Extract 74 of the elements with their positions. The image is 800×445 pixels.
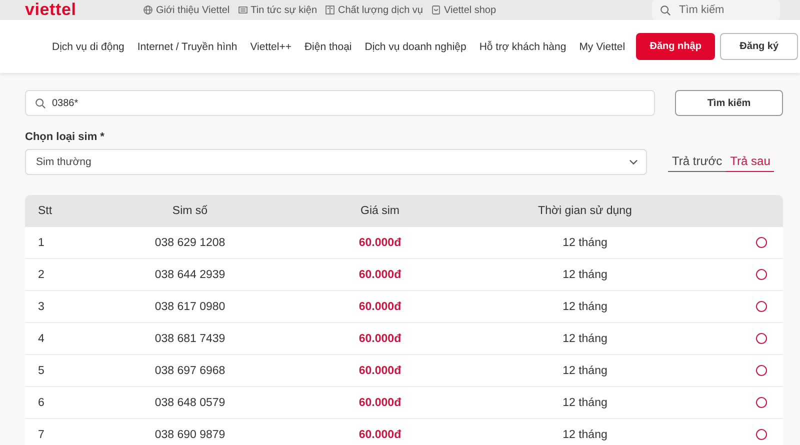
table-cell-text: 12 tháng (562, 268, 608, 280)
radio-button[interactable] (756, 301, 767, 312)
tab[interactable]: Trả sau (726, 152, 774, 172)
table-cell-text: 12 tháng (562, 332, 608, 344)
tab[interactable]: Trả trước (668, 152, 726, 172)
table-cell-text: 1 (37, 236, 46, 248)
top-link[interactable]: Viettel shop (430, 4, 496, 16)
table-cell-text: 6 (37, 396, 46, 408)
radio-button[interactable] (756, 237, 767, 248)
nav-link[interactable]: My Viettel (579, 40, 626, 52)
table-row[interactable]: 7 038 690 9879 60.000đ 12 tháng (25, 419, 783, 445)
table-cell-text: 60.000đ (358, 396, 402, 408)
table-cell-text: 60.000đ (358, 332, 402, 344)
radio-button[interactable] (756, 397, 767, 408)
table-cell-text: 5 (37, 364, 46, 376)
top-link[interactable]: Tin tức sự kiện (238, 4, 318, 16)
table-cell-text: 12 tháng (562, 364, 608, 376)
register-button[interactable]: Đăng ký (720, 33, 798, 60)
radio-button[interactable] (756, 429, 767, 440)
nav-link[interactable]: Điện thoại (304, 40, 352, 52)
table-cell-text: 60.000đ (358, 364, 402, 376)
globe-icon (143, 5, 153, 15)
radio-button[interactable] (756, 333, 767, 344)
nav-link[interactable]: Internet / Truyền hình (137, 40, 238, 52)
table-row[interactable]: 1 038 629 1208 60.000đ 12 tháng (25, 227, 783, 259)
nav-link[interactable]: Dịch vụ di động (52, 40, 124, 52)
store-icon (430, 5, 441, 15)
radio-button[interactable] (756, 365, 767, 376)
search-field[interactable]: 0386* (25, 90, 655, 116)
table-row[interactable]: 3 038 617 0980 60.000đ 12 tháng (25, 291, 783, 323)
table-row[interactable]: 2 038 644 2939 60.000đ 12 tháng (25, 259, 783, 291)
column-header: Sim số (171, 205, 209, 217)
table-cell-text: 038 629 1208 (154, 236, 226, 248)
table-cell-text: 12 tháng (562, 396, 608, 408)
chevron-down-icon (629, 159, 638, 165)
table-cell-text: 12 tháng (562, 300, 608, 312)
nav-link[interactable]: Dịch vụ doanh nghiệp (364, 40, 466, 52)
search-icon (660, 4, 671, 16)
table-cell-text: 038 697 6968 (154, 364, 226, 376)
table-row[interactable]: 4 038 681 7439 60.000đ 12 tháng (25, 323, 783, 355)
table-cell-text: 12 tháng (562, 236, 608, 248)
nav-link[interactable]: Viettel++ (250, 40, 292, 52)
top-link[interactable]: Chất lượng dịch vụ (325, 4, 423, 16)
field-label: Chọn loại sim * (25, 131, 106, 143)
top-link[interactable]: Giới thiệu Viettel (143, 4, 230, 16)
viettel-logo[interactable]: viettel (25, 1, 143, 19)
table-row[interactable]: 6 038 648 0579 60.000đ 12 tháng (25, 387, 783, 419)
column-header: Giá sim (360, 205, 400, 217)
table-cell-text: 038 648 0579 (154, 396, 226, 408)
search-field[interactable]: Tìm kiếm (652, 0, 780, 20)
table-cell-text: 2 (37, 268, 46, 280)
table-cell-text: 7 (37, 428, 46, 440)
table-cell-text: 60.000đ (358, 428, 402, 440)
search-icon (35, 98, 46, 108)
radio-button[interactable] (756, 269, 767, 280)
table-cell-text: 038 644 2939 (154, 268, 226, 280)
table-cell-text: 12 tháng (562, 428, 608, 440)
column-header: Stt (37, 205, 54, 217)
book-icon (325, 5, 336, 15)
sim-type-dropdown[interactable]: Sim thường (25, 149, 647, 175)
table-cell-text: 038 617 0980 (154, 300, 226, 312)
table-cell-text: 60.000đ (358, 300, 402, 312)
newspaper-icon (238, 5, 248, 15)
table-row[interactable]: 5 038 697 6968 60.000đ 12 tháng (25, 355, 783, 387)
table-cell-text: 038 690 9879 (154, 428, 226, 440)
table-cell-text: 60.000đ (358, 236, 402, 248)
table-cell-text: 60.000đ (358, 268, 402, 280)
column-header: Thời gian sử dụng (537, 205, 633, 217)
table-cell-text: 038 681 7439 (154, 332, 226, 344)
search-button[interactable]: Tìm kiếm (675, 90, 783, 116)
login-button[interactable]: Đăng nhập (636, 33, 716, 60)
nav-link[interactable]: Hỗ trợ khách hàng (479, 40, 566, 52)
table-cell-text: 4 (37, 332, 46, 344)
table-cell-text: 3 (37, 300, 46, 312)
